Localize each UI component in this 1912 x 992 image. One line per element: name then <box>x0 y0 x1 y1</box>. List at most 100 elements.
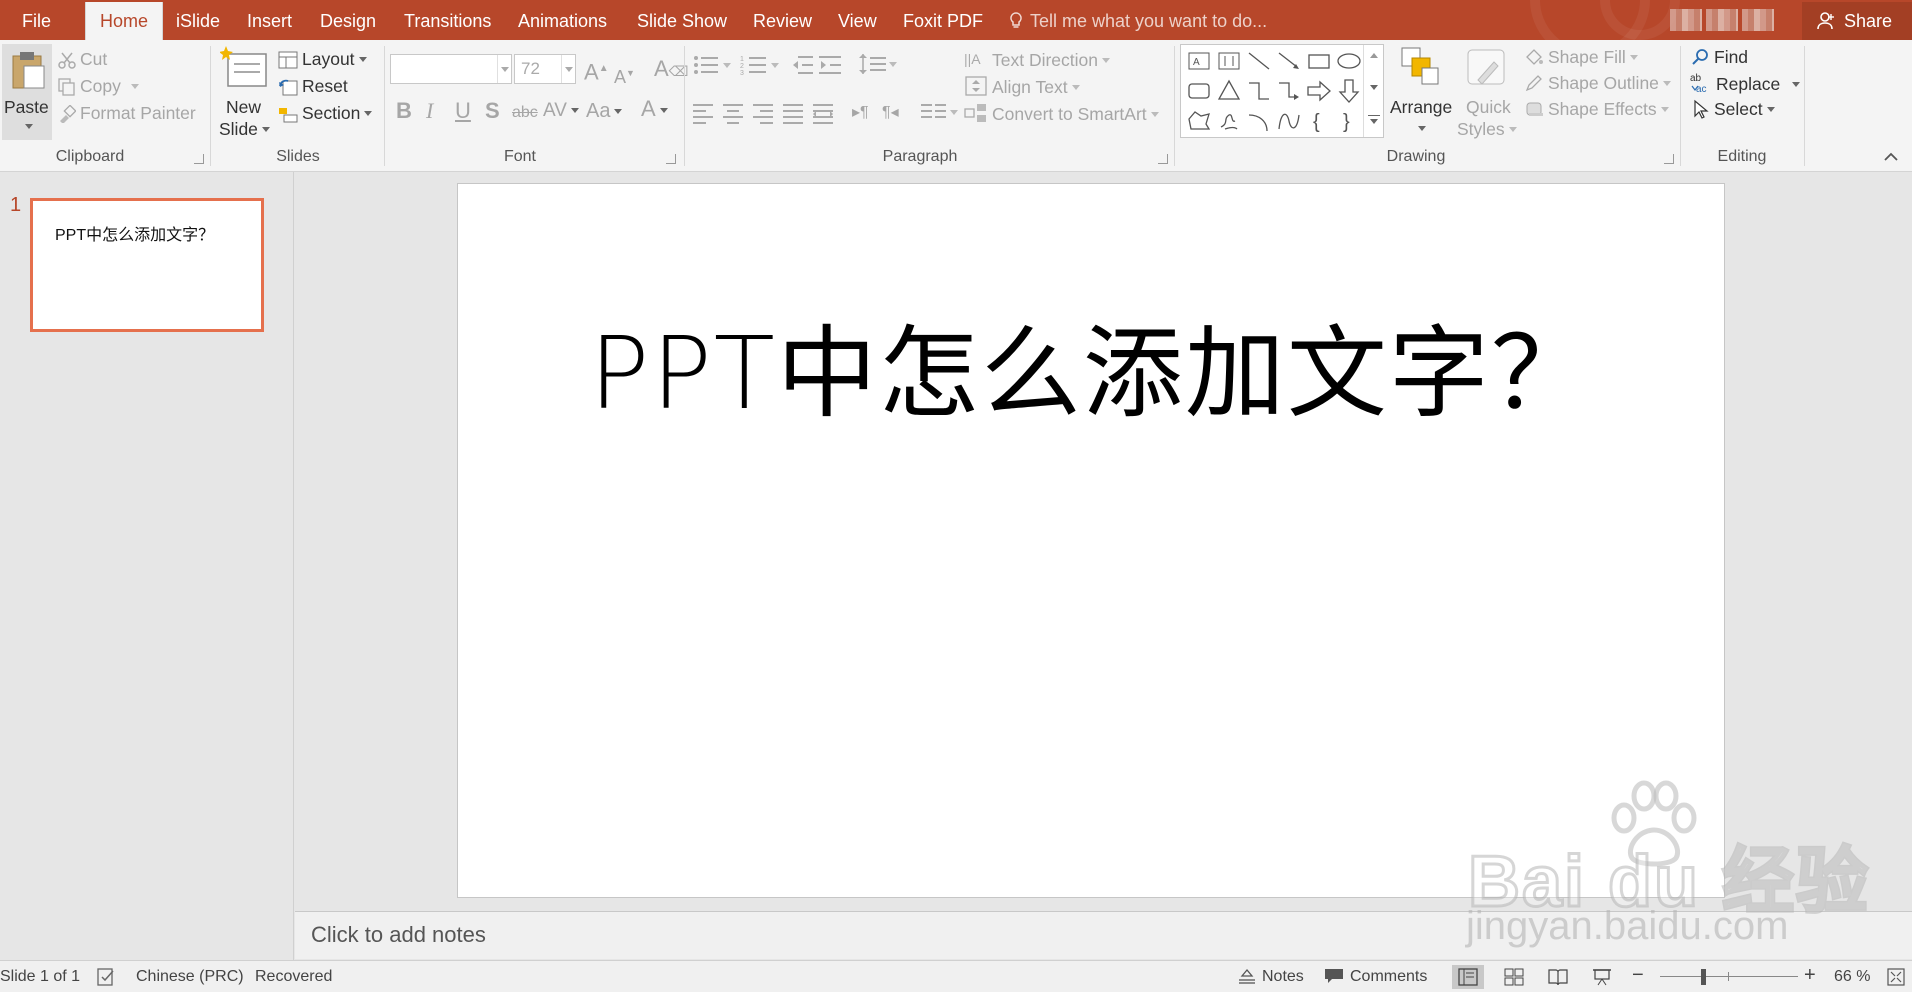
zoom-level[interactable]: 66 % <box>1834 968 1870 986</box>
change-case-icon[interactable]: Aa <box>586 98 623 124</box>
normal-view-button[interactable] <box>1452 965 1484 989</box>
left-brace-shape-icon[interactable]: { <box>1305 107 1333 135</box>
shape-effects-button[interactable]: Shape Effects <box>1524 98 1669 120</box>
comments-button[interactable]: Comments <box>1324 968 1427 986</box>
slide-sorter-view-button[interactable] <box>1498 965 1530 989</box>
zoom-in-button[interactable]: + <box>1804 964 1816 987</box>
shapes-gallery-scroll[interactable] <box>1363 45 1383 137</box>
text-direction-button[interactable]: ||A Text Direction <box>964 48 1111 71</box>
down-arrow-shape-icon[interactable] <box>1335 77 1363 105</box>
right-to-left-icon[interactable]: ¶◂ <box>882 100 899 126</box>
slide-title-textbox[interactable]: PPT中怎么添加文字？ <box>458 292 1724 437</box>
shrink-font-icon[interactable]: A▼ <box>614 60 635 90</box>
curve-shape-icon[interactable] <box>1275 107 1303 135</box>
clipboard-dialog-launcher[interactable] <box>194 154 204 164</box>
justify-icon[interactable] <box>782 102 804 124</box>
strikethrough-icon[interactable]: abc <box>512 100 538 126</box>
quick-styles-button[interactable]: Quick Styles <box>1454 44 1517 144</box>
grow-font-icon[interactable]: A▲ <box>584 56 609 85</box>
text-box-shape-icon[interactable]: A <box>1185 47 1213 75</box>
distributed-icon[interactable] <box>812 102 834 124</box>
select-button[interactable]: Select <box>1690 98 1775 120</box>
zoom-slider-thumb[interactable] <box>1701 969 1706 985</box>
cut-button[interactable]: Cut <box>58 48 107 70</box>
convert-smartart-button[interactable]: Convert to SmartArt <box>964 102 1159 125</box>
arrange-button[interactable]: Arrange <box>1388 44 1452 144</box>
character-spacing-icon[interactable]: AV <box>543 98 579 124</box>
align-right-icon[interactable] <box>752 102 774 124</box>
collapse-ribbon-icon[interactable] <box>1884 152 1898 162</box>
language-indicator[interactable]: Chinese (PRC) <box>136 968 244 986</box>
font-size-combobox[interactable]: 72 <box>514 54 576 84</box>
rounded-rectangle-shape-icon[interactable] <box>1185 77 1213 105</box>
arc-shape-icon[interactable] <box>1245 107 1273 135</box>
layout-button[interactable]: Layout <box>278 48 367 70</box>
arrow-line-shape-icon[interactable] <box>1275 47 1303 75</box>
oval-shape-icon[interactable] <box>1335 47 1363 75</box>
line-shape-icon[interactable] <box>1245 47 1273 75</box>
elbow-arrow-connector-shape-icon[interactable] <box>1275 77 1303 105</box>
rectangle-shape-icon[interactable] <box>1305 47 1333 75</box>
tab-slide-show[interactable]: Slide Show <box>637 0 727 40</box>
freeform-shape-icon[interactable] <box>1185 107 1213 135</box>
underline-icon[interactable]: U <box>455 98 471 124</box>
new-slide-button[interactable]: New Slide <box>216 44 274 144</box>
align-center-icon[interactable] <box>722 102 744 124</box>
align-text-button[interactable]: Align Text <box>964 75 1080 98</box>
numbering-icon[interactable]: 123 <box>740 54 780 76</box>
text-shadow-icon[interactable]: S <box>485 98 500 124</box>
font-name-combobox[interactable] <box>390 54 512 84</box>
shapes-gallery[interactable]: A { } <box>1180 44 1384 138</box>
replace-button[interactable]: ab ac Replace <box>1690 72 1801 95</box>
section-button[interactable]: Section <box>278 102 373 124</box>
gallery-scroll-down-icon[interactable] <box>1370 85 1378 90</box>
font-color-icon[interactable]: A <box>641 96 668 122</box>
fit-to-window-icon[interactable] <box>1886 967 1906 987</box>
tab-home[interactable]: Home <box>85 2 164 40</box>
tab-insert[interactable]: Insert <box>247 0 292 40</box>
zoom-out-button[interactable]: − <box>1632 964 1644 987</box>
bold-icon[interactable]: B <box>396 98 412 124</box>
columns-icon[interactable] <box>920 102 960 124</box>
shape-outline-button[interactable]: Shape Outline <box>1524 72 1671 94</box>
tell-me-search[interactable]: Tell me what you want to do... <box>1008 0 1267 40</box>
spell-check-icon[interactable] <box>96 967 118 987</box>
scribble-shape-icon[interactable] <box>1215 107 1243 135</box>
elbow-connector-shape-icon[interactable] <box>1245 77 1273 105</box>
slide-show-view-button[interactable] <box>1586 965 1618 989</box>
tab-transitions[interactable]: Transitions <box>404 0 491 40</box>
triangle-shape-icon[interactable] <box>1215 77 1243 105</box>
tab-review[interactable]: Review <box>753 0 812 40</box>
paragraph-dialog-launcher[interactable] <box>1158 154 1168 164</box>
shape-fill-button[interactable]: Shape Fill <box>1524 46 1638 68</box>
tab-islide[interactable]: iSlide <box>176 0 220 40</box>
notes-toggle-button[interactable]: Notes <box>1238 968 1304 986</box>
format-painter-button[interactable]: Format Painter <box>58 102 196 124</box>
align-left-icon[interactable] <box>692 102 714 124</box>
reset-button[interactable]: Reset <box>278 75 348 97</box>
decrease-indent-icon[interactable] <box>790 54 814 76</box>
zoom-slider-track[interactable] <box>1660 976 1798 977</box>
share-button[interactable]: Share <box>1802 2 1912 40</box>
line-spacing-icon[interactable] <box>858 52 898 76</box>
right-brace-shape-icon[interactable]: } <box>1335 107 1363 135</box>
italic-icon[interactable]: I <box>426 98 433 124</box>
right-arrow-shape-icon[interactable] <box>1305 77 1333 105</box>
find-button[interactable]: Find <box>1690 46 1748 68</box>
paste-button[interactable]: Paste <box>2 44 52 140</box>
copy-button[interactable]: Copy <box>58 75 139 97</box>
gallery-scroll-up-icon[interactable] <box>1370 53 1378 58</box>
tab-animations[interactable]: Animations <box>518 0 607 40</box>
increase-indent-icon[interactable] <box>818 54 842 76</box>
reading-view-button[interactable] <box>1542 965 1574 989</box>
vertical-text-box-shape-icon[interactable] <box>1215 47 1243 75</box>
font-dialog-launcher[interactable] <box>666 154 676 164</box>
bullets-icon[interactable] <box>692 54 732 76</box>
gallery-more-icon[interactable] <box>1368 115 1380 116</box>
tab-view[interactable]: View <box>838 0 877 40</box>
tab-foxit-pdf[interactable]: Foxit PDF <box>903 0 983 40</box>
tab-design[interactable]: Design <box>320 0 376 40</box>
drawing-dialog-launcher[interactable] <box>1664 154 1674 164</box>
left-to-right-icon[interactable]: ▸¶ <box>852 100 869 126</box>
tab-file[interactable]: File <box>22 0 51 40</box>
